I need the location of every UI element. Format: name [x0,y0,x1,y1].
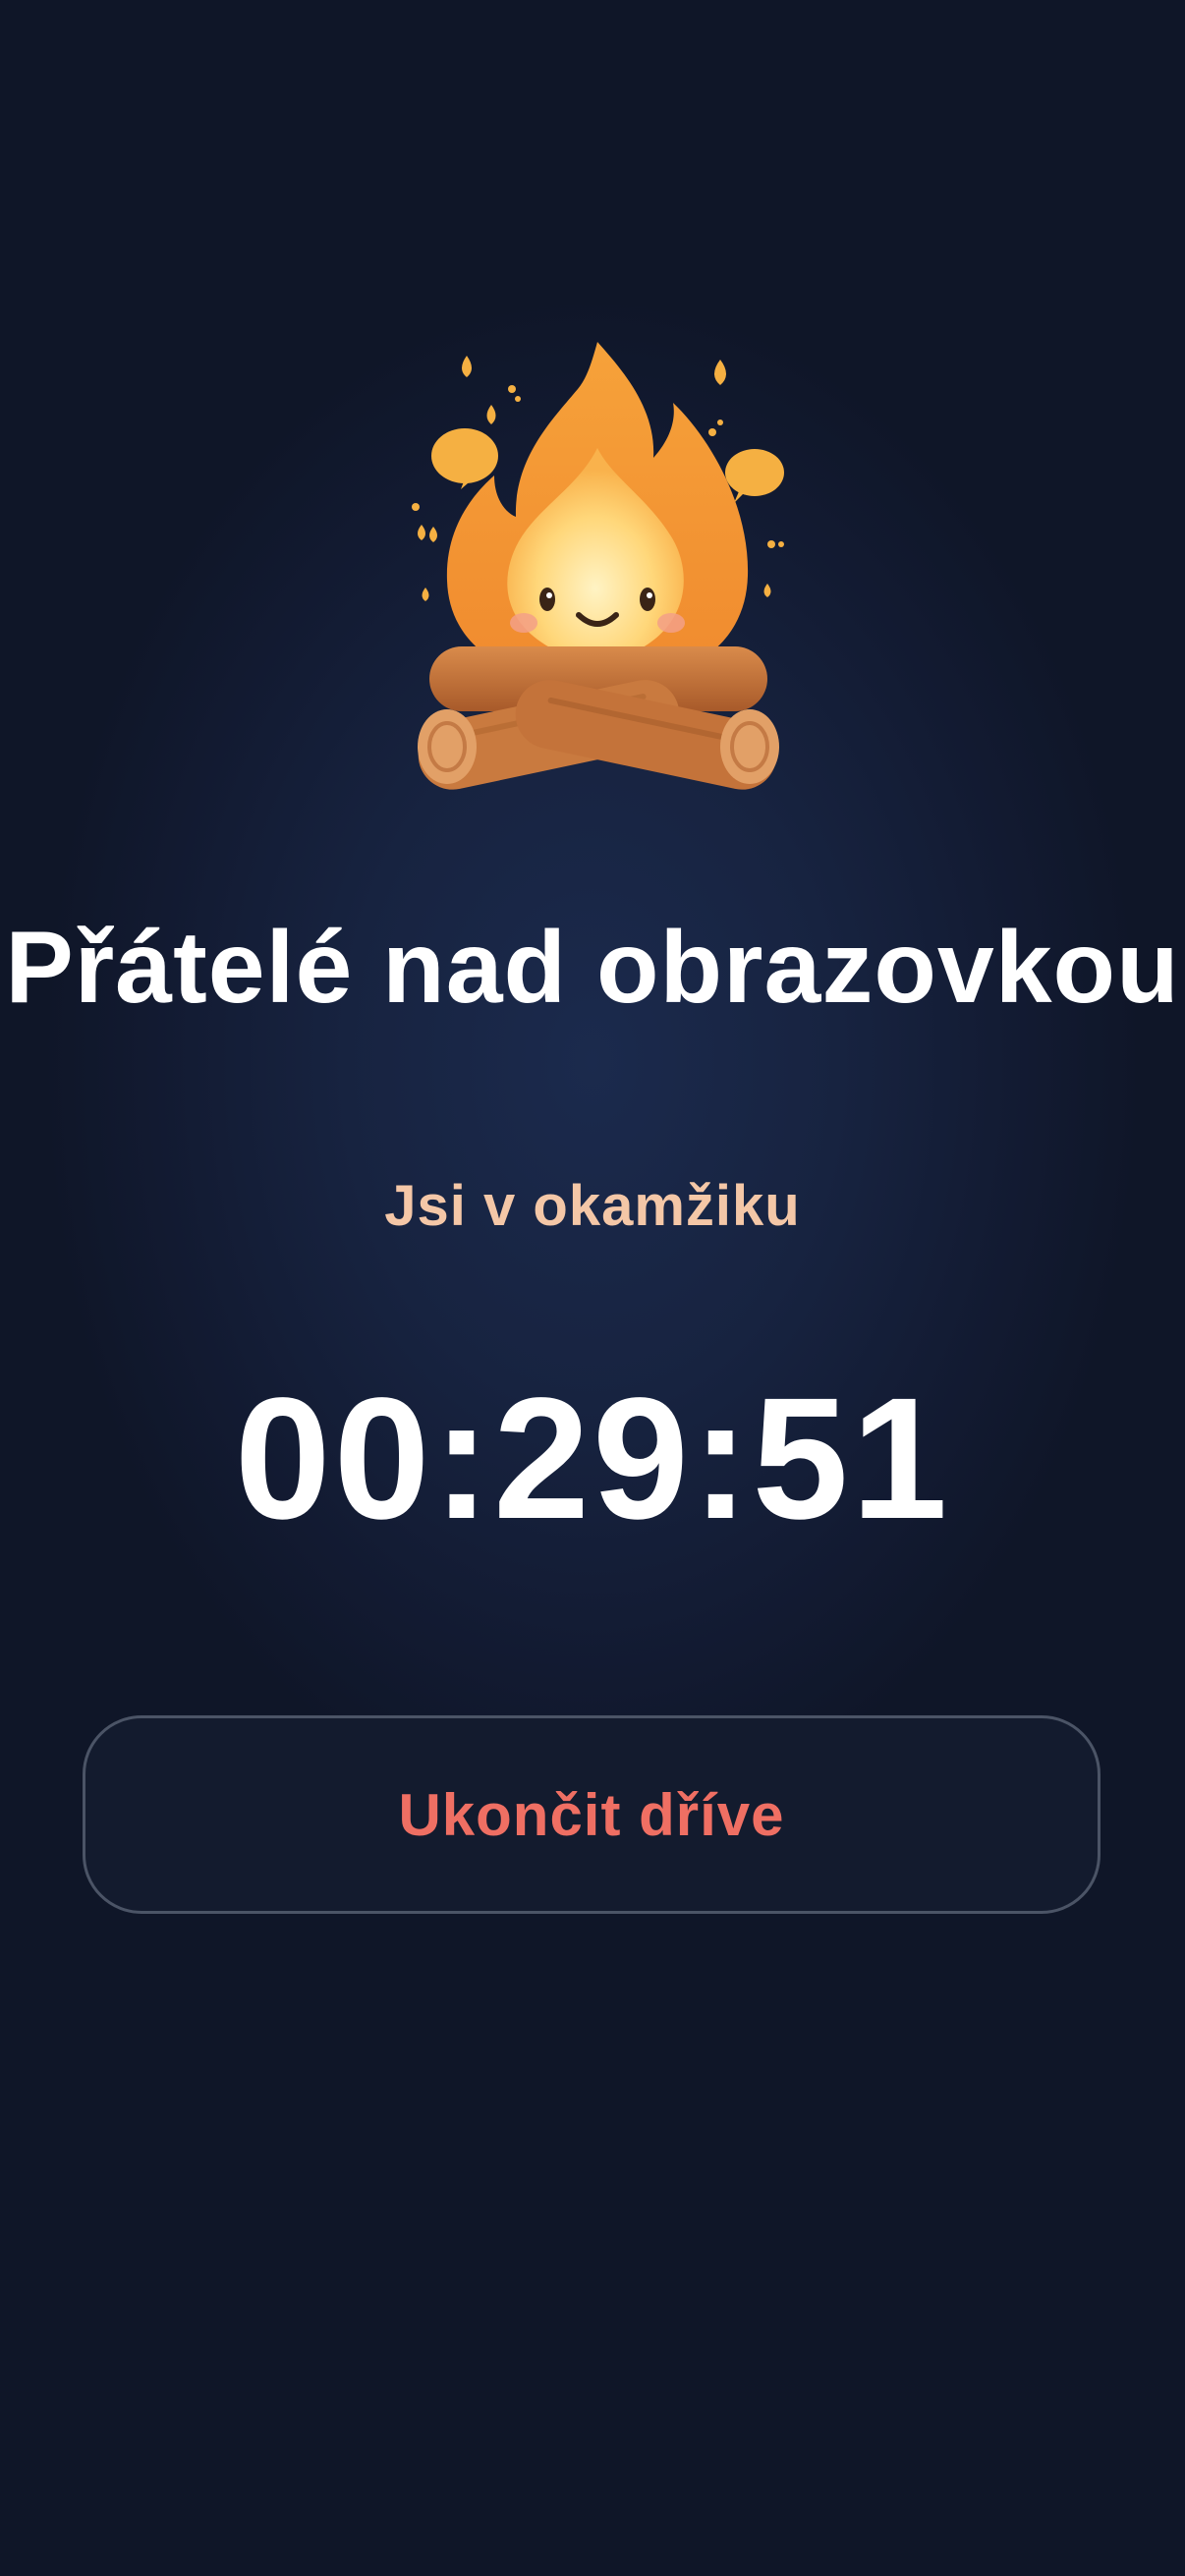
campfire-mascot-icon [396,330,799,802]
session-title: Přátelé nad obrazovkou [5,911,1180,1025]
session-status: Jsi v okamžiku [384,1174,801,1238]
end-early-button[interactable]: Ukončit dříve [83,1715,1100,1914]
session-timer: 00:29:51 [234,1363,951,1555]
focus-session-screen: Přátelé nad obrazovkou Jsi v okamžiku 00… [0,0,1185,2576]
